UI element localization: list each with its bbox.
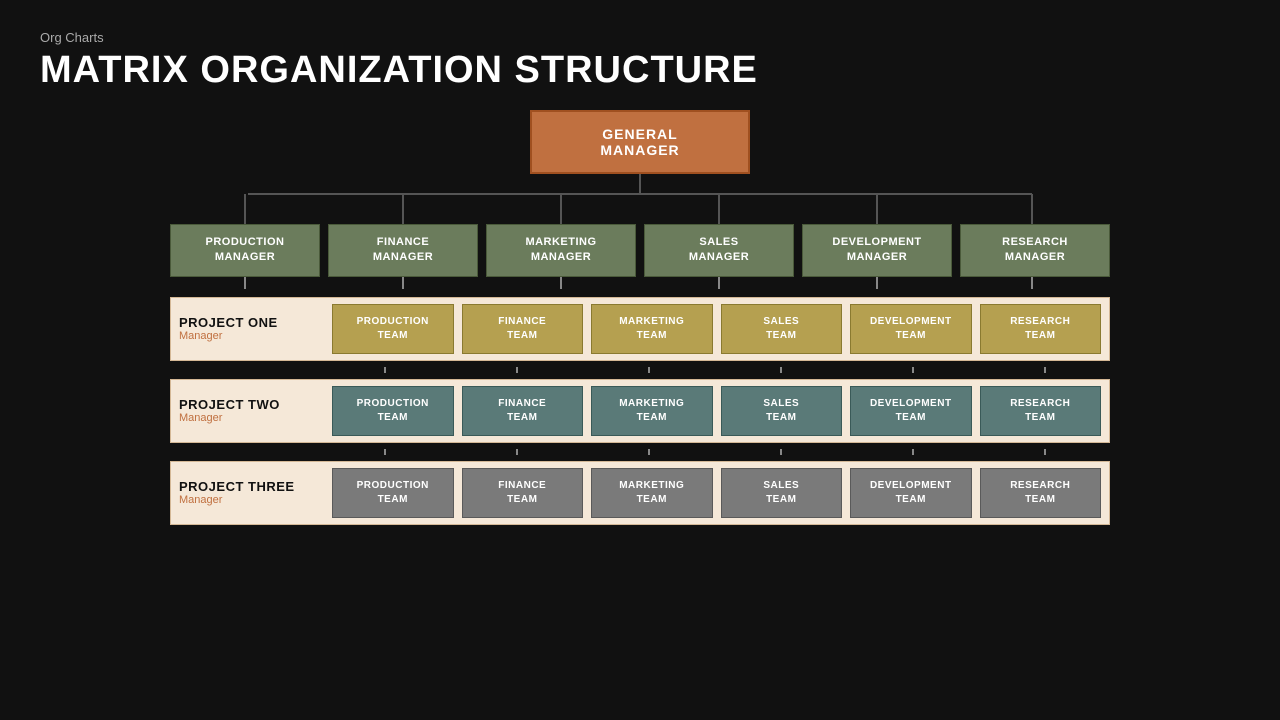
manager-finance: FINANCEMANAGER — [328, 224, 478, 277]
project-one-label: PROJECT ONE Manager — [179, 315, 324, 342]
manager-research: RESEARCHMANAGER — [960, 224, 1110, 277]
subtitle: Org Charts — [40, 30, 1240, 45]
manager-marketing: MARKETINGMANAGER — [486, 224, 636, 277]
p3-sales-team: SALESTEAM — [721, 468, 843, 518]
p3-production-team: PRODUCTIONTEAM — [332, 468, 454, 518]
p2-p3-conn — [170, 449, 1110, 455]
p2-sales-team: SALESTEAM — [721, 386, 843, 436]
project-three-label: PROJECT THREE Manager — [179, 479, 324, 506]
project-two-label: PROJECT TWO Manager — [179, 397, 324, 424]
p1-finance-team: FINANCETEAM — [462, 304, 584, 354]
manager-sales: SALESMANAGER — [644, 224, 794, 277]
project-two-manager: Manager — [179, 412, 324, 424]
page-title: MATRIX ORGANIZATION STRUCTURE — [40, 49, 1240, 92]
p2-research-team: RESEARCHTEAM — [980, 386, 1102, 436]
page: Org Charts MATRIX ORGANIZATION STRUCTURE… — [0, 0, 1280, 720]
project-one-name: PROJECT ONE — [179, 315, 324, 330]
p2-finance-team: FINANCETEAM — [462, 386, 584, 436]
chart-area: GENERAL MANAGER PRODUCTIONMANAGER FINANC… — [40, 110, 1240, 700]
project-row-one: PROJECT ONE Manager PRODUCTIONTEAM FINAN… — [170, 297, 1110, 361]
project-row-two: PROJECT TWO Manager PRODUCTIONTEAM FINAN… — [170, 379, 1110, 443]
managers-row: PRODUCTIONMANAGER FINANCEMANAGER MARKETI… — [170, 224, 1110, 277]
connector-svg — [170, 174, 1110, 224]
gm-box: GENERAL MANAGER — [530, 110, 750, 174]
p2-development-team: DEVELOPMENTTEAM — [850, 386, 972, 436]
projects-area: PROJECT ONE Manager PRODUCTIONTEAM FINAN… — [170, 297, 1110, 525]
mgr-to-p1-svg — [170, 277, 1110, 289]
project-row-three: PROJECT THREE Manager PRODUCTIONTEAM FIN… — [170, 461, 1110, 525]
p1-sales-team: SALESTEAM — [721, 304, 843, 354]
project-one-manager: Manager — [179, 330, 324, 342]
project-two-teams: PRODUCTIONTEAM FINANCETEAM MARKETINGTEAM… — [332, 386, 1101, 436]
manager-development: DEVELOPMENTMANAGER — [802, 224, 952, 277]
p3-development-team: DEVELOPMENTTEAM — [850, 468, 972, 518]
project-two-name: PROJECT TWO — [179, 397, 324, 412]
p1-research-team: RESEARCHTEAM — [980, 304, 1102, 354]
p1-production-team: PRODUCTIONTEAM — [332, 304, 454, 354]
p3-marketing-team: MARKETINGTEAM — [591, 468, 713, 518]
project-three-name: PROJECT THREE — [179, 479, 324, 494]
project-three-teams: PRODUCTIONTEAM FINANCETEAM MARKETINGTEAM… — [332, 468, 1101, 518]
project-one-teams: PRODUCTIONTEAM FINANCETEAM MARKETINGTEAM… — [332, 304, 1101, 354]
p3-research-team: RESEARCHTEAM — [980, 468, 1102, 518]
p1-development-team: DEVELOPMENTTEAM — [850, 304, 972, 354]
p2-production-team: PRODUCTIONTEAM — [332, 386, 454, 436]
p1-p2-conn — [170, 367, 1110, 373]
manager-production: PRODUCTIONMANAGER — [170, 224, 320, 277]
p3-finance-team: FINANCETEAM — [462, 468, 584, 518]
p1-marketing-team: MARKETINGTEAM — [591, 304, 713, 354]
project-three-manager: Manager — [179, 494, 324, 506]
p2-marketing-team: MARKETINGTEAM — [591, 386, 713, 436]
